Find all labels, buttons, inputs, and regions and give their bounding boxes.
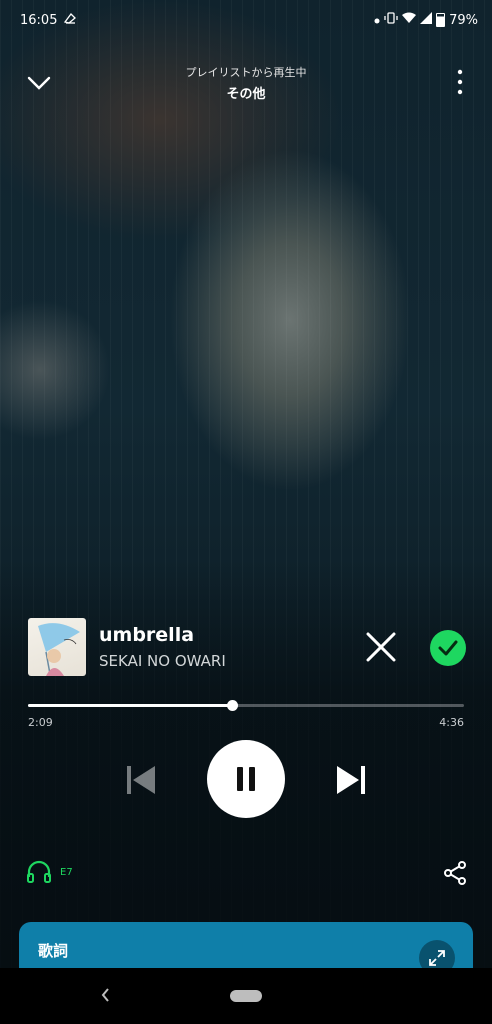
- battery-percent: 79%: [449, 12, 478, 28]
- progress-bar[interactable]: [28, 700, 464, 711]
- headphones-icon: [27, 860, 51, 883]
- nav-home-pill[interactable]: [230, 990, 262, 1002]
- album-art[interactable]: [28, 618, 86, 676]
- track-title[interactable]: umbrella: [99, 624, 194, 646]
- track-info: umbrella SEKAI NO OWARI: [28, 618, 468, 678]
- next-button[interactable]: [334, 762, 368, 798]
- player-header: プレイリストから再生中 その他: [0, 58, 492, 108]
- check-icon: [438, 640, 458, 656]
- battery-icon: [436, 13, 446, 27]
- skip-previous-icon: [127, 766, 155, 794]
- playing-context: プレイリストから再生中 その他: [0, 64, 492, 102]
- status-bar: 16:05 79%: [0, 0, 492, 40]
- playback-controls: [0, 740, 492, 820]
- skip-next-icon: [337, 766, 365, 794]
- status-time: 16:05: [20, 12, 58, 28]
- lyrics-title: 歌詞: [38, 942, 69, 960]
- progress-knob[interactable]: [226, 700, 238, 711]
- wifi-icon: [402, 12, 417, 28]
- liked-button[interactable]: [430, 630, 466, 666]
- close-icon: [366, 632, 396, 662]
- status-left: 16:05: [20, 12, 77, 28]
- more-vertical-icon: [457, 69, 463, 95]
- elapsed-time: 2:09: [28, 716, 53, 729]
- connected-device[interactable]: E7: [26, 860, 73, 884]
- pause-icon: [237, 767, 255, 791]
- system-nav-bar: [0, 968, 492, 1024]
- expand-icon: [429, 950, 445, 966]
- status-right: 79%: [374, 12, 478, 28]
- vibrate-icon: [384, 12, 398, 28]
- track-artist[interactable]: SEKAI NO OWARI: [99, 652, 226, 670]
- more-options-button[interactable]: [452, 66, 468, 98]
- share-button[interactable]: [442, 860, 468, 886]
- dot-icon: [374, 13, 380, 28]
- app-notification-icon: [63, 12, 77, 28]
- pause-button[interactable]: [207, 740, 285, 818]
- share-icon: [444, 861, 466, 885]
- progress-fill: [28, 704, 232, 707]
- device-label: E7: [60, 866, 73, 878]
- signal-icon: [420, 12, 433, 28]
- album-cover-image: [38, 623, 80, 676]
- total-time: 4:36: [439, 716, 464, 729]
- nav-back-button[interactable]: [98, 984, 114, 1006]
- previous-button[interactable]: [124, 762, 158, 798]
- hide-song-button[interactable]: [364, 630, 398, 664]
- back-chevron-icon: [101, 988, 109, 1002]
- context-name[interactable]: その他: [0, 83, 492, 102]
- context-label: プレイリストから再生中: [185, 66, 307, 79]
